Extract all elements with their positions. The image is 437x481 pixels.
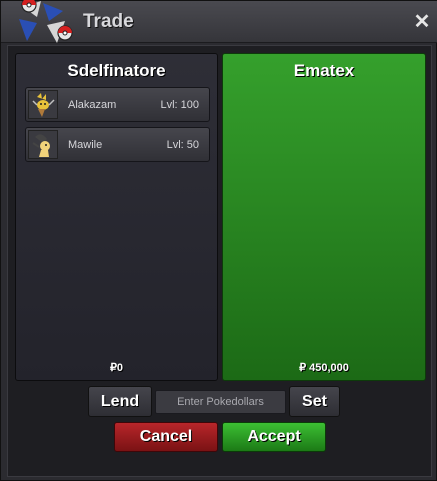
pokemon-name: Mawile [68, 139, 103, 151]
window-title: Trade [83, 11, 134, 32]
pokemon-name: Alakazam [68, 99, 117, 111]
mawile-icon [28, 130, 58, 159]
my-player-name: Sdelfinatore [67, 61, 166, 80]
lend-button[interactable]: Lend [88, 386, 152, 417]
alakazam-icon [28, 90, 58, 119]
pokedollar-input[interactable] [155, 390, 286, 414]
trade-window: Trade ✕ Sdelfinatore Alakazam Lvl: 100 M… [0, 0, 437, 481]
close-button[interactable]: ✕ [412, 12, 432, 32]
my-offer-panel: Sdelfinatore Alakazam Lvl: 100 Mawile Lv… [15, 53, 218, 381]
partner-player-name: Ematex [293, 61, 355, 80]
list-item[interactable]: Mawile Lvl: 50 [25, 127, 210, 162]
pokemon-level: Lvl: 100 [160, 99, 199, 111]
partner-money-offer: ₽ 450,000 [299, 362, 349, 374]
title-bar[interactable]: Trade ✕ [1, 0, 437, 43]
pokemon-trade-logo-icon [19, 0, 73, 43]
accept-button[interactable]: Accept [222, 422, 326, 452]
my-money-offer: ₽0 [109, 362, 124, 374]
pokemon-level: Lvl: 50 [166, 139, 199, 151]
list-item[interactable]: Alakazam Lvl: 100 [25, 87, 210, 122]
partner-offer-panel: Ematex ₽ 450,000 [222, 53, 426, 381]
set-button[interactable]: Set [289, 386, 340, 417]
cancel-button[interactable]: Cancel [114, 422, 218, 452]
